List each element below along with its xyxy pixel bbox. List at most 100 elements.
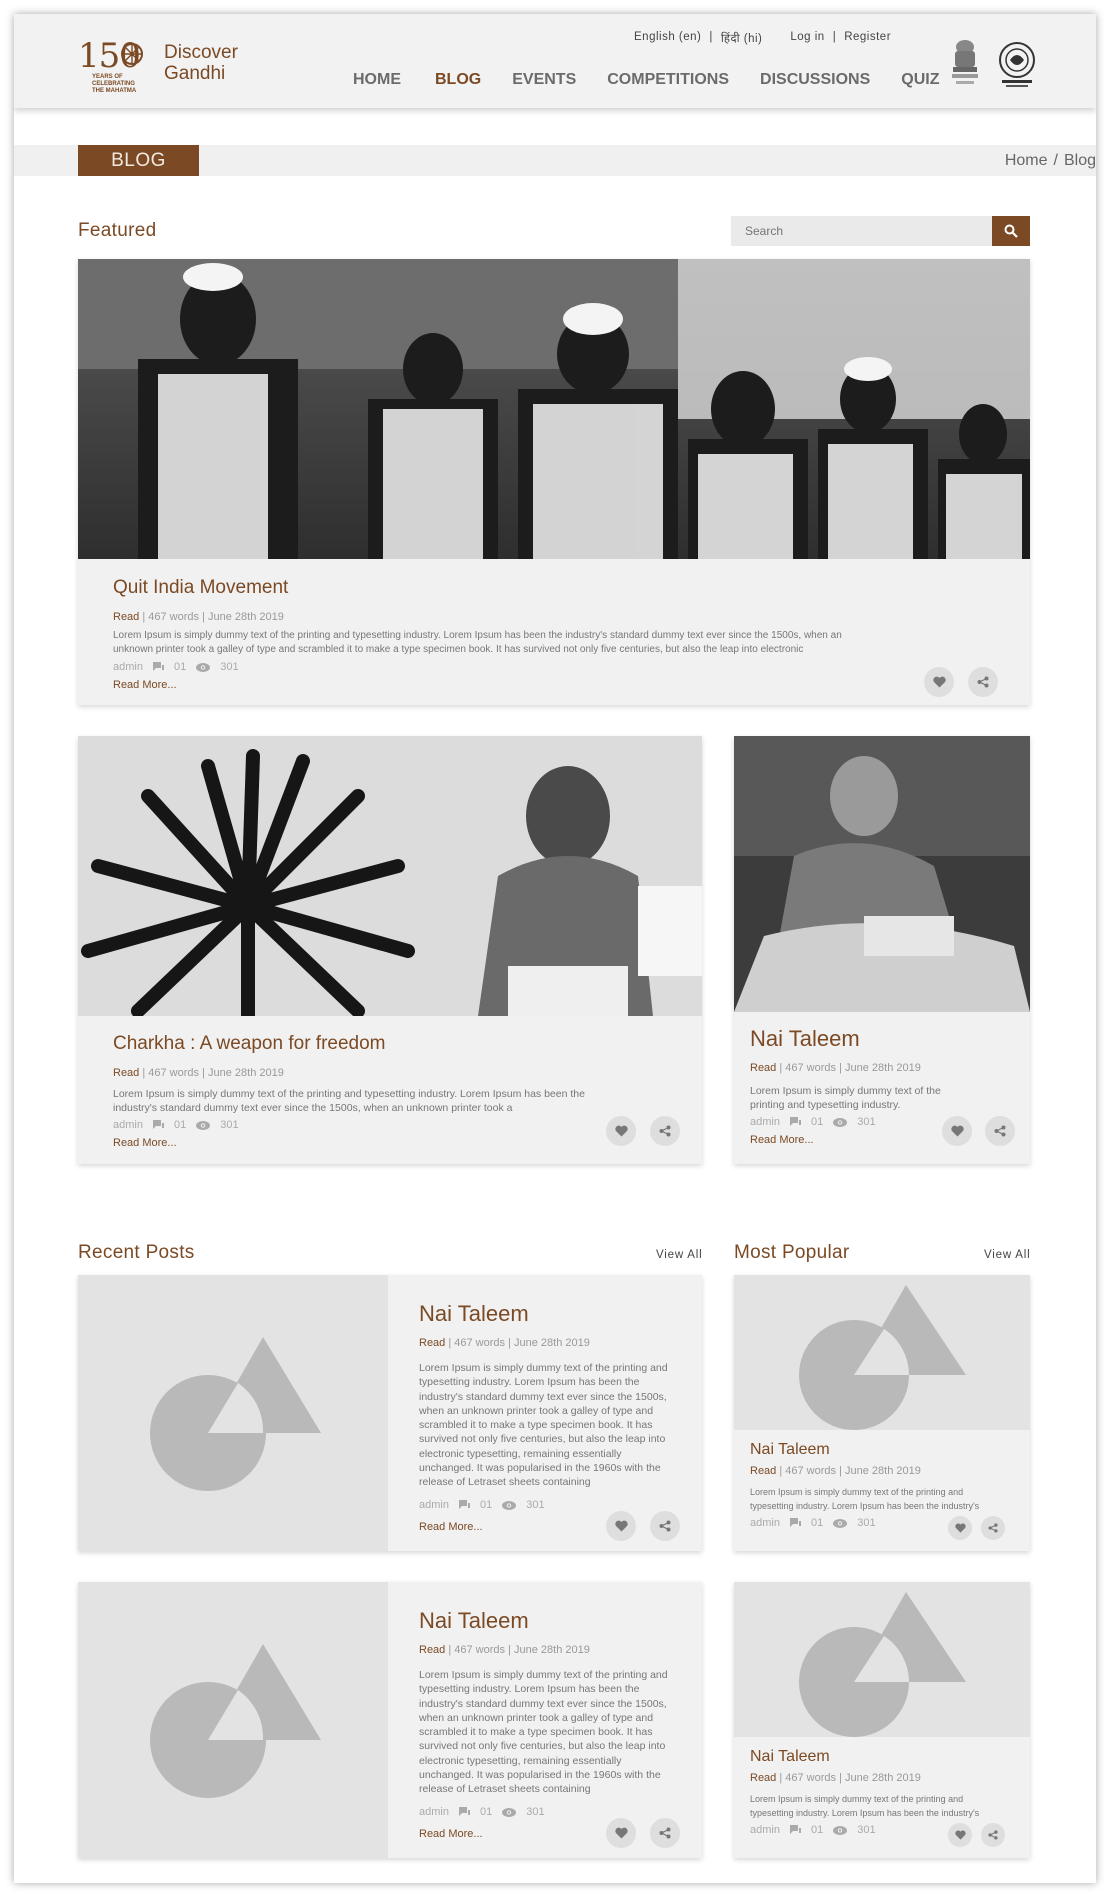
- blog-card-nai-taleem: Nai Taleem Read | 467 words | June 28th …: [734, 736, 1030, 1164]
- like-button[interactable]: [948, 1516, 972, 1540]
- post-meta: Read | 467 words | June 28th 2019: [750, 1062, 921, 1074]
- recent-post-card: Nai Taleem Read | 467 words | June 28th …: [78, 1582, 702, 1858]
- post-views: 301: [857, 1116, 876, 1128]
- nai-taleem-photo[interactable]: [734, 736, 1030, 1012]
- image-placeholder[interactable]: [78, 1275, 388, 1551]
- post-comments: 01: [810, 1116, 824, 1128]
- nav-events[interactable]: EVENTS: [512, 71, 576, 89]
- search-icon: [1004, 224, 1018, 238]
- popular-post-card: Nai Taleem Read | 467 words | June 28th …: [734, 1275, 1030, 1551]
- post-comments: 01: [810, 1517, 824, 1529]
- post-title[interactable]: Quit India Movement: [113, 577, 853, 599]
- eye-icon: [833, 1518, 848, 1528]
- post-title[interactable]: Nai Taleem: [750, 1748, 1020, 1766]
- breadcrumb-home[interactable]: Home: [1005, 145, 1048, 176]
- breadcrumb: Home / Blog: [1005, 145, 1096, 176]
- share-button[interactable]: [650, 1116, 680, 1146]
- ncert-logo-icon: [999, 42, 1035, 87]
- nav-quiz[interactable]: QUIZ: [901, 71, 939, 89]
- post-title[interactable]: Nai Taleem: [419, 1608, 679, 1634]
- lang-en-link[interactable]: English (en): [634, 31, 701, 46]
- post-views: 301: [526, 1806, 545, 1818]
- post-stats: admin 01 301: [113, 1119, 603, 1131]
- post-stats: admin 01 301: [750, 1517, 1020, 1529]
- post-excerpt: Lorem Ipsum is simply dummy text of the …: [419, 1669, 668, 1796]
- post-author: admin: [419, 1499, 449, 1511]
- read-more-link[interactable]: Read More...: [419, 1521, 483, 1533]
- search-button[interactable]: [992, 216, 1030, 246]
- comment-icon: [458, 1807, 470, 1816]
- post-title[interactable]: Nai Taleem: [750, 1441, 1020, 1459]
- like-button[interactable]: [924, 667, 954, 697]
- like-button[interactable]: [606, 1511, 636, 1541]
- share-button[interactable]: [968, 667, 998, 697]
- recent-view-all-link[interactable]: View All: [656, 1249, 702, 1261]
- post-author: admin: [419, 1806, 449, 1818]
- share-button[interactable]: [650, 1511, 680, 1541]
- like-button[interactable]: [942, 1116, 972, 1146]
- nav-home[interactable]: HOME: [353, 71, 401, 89]
- charkha-photo[interactable]: [78, 736, 702, 1016]
- post-author: admin: [750, 1824, 780, 1836]
- utility-links: English (en) | हिंदी (hi) Log in | Regis…: [634, 31, 892, 46]
- heart-icon: [614, 1520, 628, 1532]
- image-placeholder[interactable]: [734, 1275, 1030, 1430]
- site-logo[interactable]: 150 YEARS OF CELEBRATING THE MAHATMA Dis…: [78, 36, 258, 94]
- read-more-link[interactable]: Read More...: [419, 1828, 483, 1840]
- post-excerpt: Lorem Ipsum is simply dummy text of the …: [419, 1362, 668, 1489]
- post-comments: 01: [173, 661, 187, 673]
- post-author: admin: [750, 1116, 780, 1128]
- nav-discussions[interactable]: DISCUSSIONS: [760, 71, 870, 89]
- eye-icon: [196, 1120, 211, 1130]
- logo-subtitle: YEARS OF CELEBRATING THE MAHATMA: [92, 74, 137, 94]
- like-button[interactable]: [606, 1818, 636, 1848]
- page: 150 YEARS OF CELEBRATING THE MAHATMA Dis…: [14, 14, 1096, 1883]
- post-title[interactable]: Nai Taleem: [419, 1301, 679, 1327]
- share-button[interactable]: [981, 1823, 1005, 1847]
- post-excerpt: Lorem Ipsum is simply dummy text of the …: [750, 1487, 980, 1511]
- featured-photo[interactable]: [78, 259, 1030, 559]
- heart-icon: [954, 1830, 966, 1840]
- featured-heading: Featured: [78, 220, 157, 241]
- share-icon: [659, 1125, 671, 1137]
- post-views: 301: [220, 661, 239, 673]
- share-icon: [659, 1827, 671, 1839]
- popular-view-all-link[interactable]: View All: [984, 1249, 1030, 1261]
- like-button[interactable]: [606, 1116, 636, 1146]
- read-more-link[interactable]: Read More...: [750, 1134, 814, 1146]
- post-excerpt: Lorem Ipsum is simply dummy text of the …: [750, 1794, 980, 1818]
- featured-card: Quit India Movement Read | 467 words | J…: [78, 259, 1030, 705]
- read-more-link[interactable]: Read More...: [113, 679, 177, 691]
- charkha-body: Charkha : A weapon for freedom Read | 46…: [113, 1033, 603, 1151]
- comment-icon: [789, 1518, 801, 1527]
- share-button[interactable]: [650, 1818, 680, 1848]
- read-more-link[interactable]: Read More...: [113, 1137, 177, 1149]
- search-input[interactable]: [731, 216, 993, 246]
- post-views: 301: [857, 1824, 876, 1836]
- image-placeholder[interactable]: [78, 1582, 388, 1858]
- image-placeholder[interactable]: [734, 1582, 1030, 1737]
- share-button[interactable]: [985, 1116, 1015, 1146]
- post-stats: admin 01 301: [750, 1824, 1020, 1836]
- post-comments: 01: [173, 1119, 187, 1131]
- popular-post-body: Nai Taleem Read | 467 words | June 28th …: [750, 1748, 1020, 1836]
- post-title[interactable]: Charkha : A weapon for freedom: [113, 1033, 603, 1055]
- like-button[interactable]: [948, 1823, 972, 1847]
- login-link[interactable]: Log in: [790, 31, 824, 46]
- post-title[interactable]: Nai Taleem: [750, 1026, 1000, 1052]
- comment-icon: [152, 662, 164, 671]
- nav-blog[interactable]: BLOG: [435, 71, 481, 89]
- post-meta: Read | 467 words | June 28th 2019: [419, 1644, 590, 1656]
- lang-hi-link[interactable]: हिंदी (hi): [721, 31, 762, 46]
- share-icon: [994, 1125, 1006, 1137]
- emblem-icon: [952, 40, 978, 84]
- heart-icon: [614, 1827, 628, 1839]
- post-comments: 01: [810, 1824, 824, 1836]
- eye-icon: [833, 1117, 848, 1127]
- image-placeholder-icon: [799, 1592, 966, 1737]
- eye-icon: [502, 1500, 517, 1510]
- register-link[interactable]: Register: [844, 31, 891, 46]
- nav-competitions[interactable]: COMPETITIONS: [607, 71, 729, 89]
- share-button[interactable]: [981, 1516, 1005, 1540]
- share-icon: [988, 1830, 998, 1840]
